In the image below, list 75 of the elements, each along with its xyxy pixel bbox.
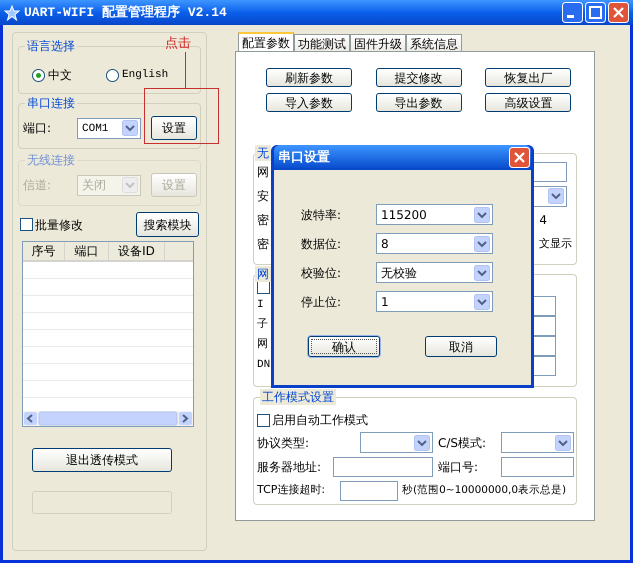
protocol-dropdown[interactable] (360, 432, 433, 453)
field-label: 网 (257, 338, 268, 354)
field-label: DN (257, 358, 270, 374)
field-label: 安 (257, 188, 269, 205)
mode-dropdown[interactable] (501, 432, 574, 453)
button[interactable]: 高级设置 (485, 93, 572, 112)
maximize-icon[interactable] (585, 2, 606, 23)
option-label: 4 (539, 212, 547, 229)
checkbox[interactable] (257, 281, 270, 294)
tab[interactable]: 系统信息 (406, 34, 462, 51)
field-label: 密 (257, 212, 269, 229)
field-label: 协议类型: (257, 434, 310, 452)
field-label: 端口号: (438, 458, 480, 476)
dialog-title: 串口设置 (278, 148, 330, 167)
button[interactable]: 取消 (425, 336, 497, 357)
timeout-field[interactable] (340, 480, 398, 500)
tab[interactable]: 配置参数 (238, 32, 294, 51)
horizontal-scrollbar[interactable] (23, 411, 193, 426)
column-header[interactable]: 端口 (65, 242, 109, 260)
button[interactable]: 退出透传模式 (32, 448, 172, 472)
hint-text: 秒(范围0~10000000,0表示总是) (402, 482, 566, 498)
group-title: 网 (255, 266, 271, 282)
group-title: 语言选择 (25, 38, 77, 54)
star-icon (4, 4, 20, 20)
dropdown[interactable]: 无校验 (376, 262, 493, 283)
column-header[interactable]: 设备ID (109, 242, 165, 260)
radio-option[interactable]: English (106, 66, 168, 84)
button[interactable]: 提交修改 (376, 68, 462, 87)
batch-checkbox[interactable]: 批量修改 (20, 216, 83, 234)
field-label: 停止位: (301, 294, 342, 310)
field-label: 子 (257, 317, 268, 334)
annotation-line (185, 52, 186, 88)
button[interactable]: 导入参数 (266, 93, 352, 112)
button[interactable]: 设置 (151, 116, 197, 140)
button[interactable]: 导出参数 (376, 93, 462, 112)
dropdown[interactable]: 115200 (376, 204, 493, 225)
close-icon[interactable] (509, 147, 530, 168)
field-label: 数据位: (301, 236, 342, 252)
minimize-icon[interactable] (562, 2, 583, 23)
radio-button[interactable] (32, 68, 45, 82)
field-label: C/S模式: (438, 434, 488, 452)
group-title: 工作模式设置 (260, 389, 336, 405)
window-title: UART-WIFI 配置管理程序 V2.14 (24, 4, 227, 22)
group-title: 无 (255, 145, 271, 161)
button[interactable]: 搜索模块 (136, 212, 199, 237)
field-label: 服务器地址: (257, 458, 322, 476)
field-label: TCP连接超时: (257, 482, 326, 498)
field-label: I (257, 298, 264, 314)
radio-option[interactable]: 中文 (32, 66, 72, 84)
checkbox[interactable] (20, 218, 33, 231)
column-header[interactable]: 序号 (23, 242, 65, 260)
button[interactable]: 确认 (308, 336, 380, 357)
group-title: 无线连接 (25, 152, 77, 168)
button[interactable]: 刷新参数 (266, 68, 352, 87)
tab[interactable]: 功能测试 (294, 34, 350, 51)
group-title: 串口连接 (25, 95, 77, 111)
auto-mode-checkbox[interactable]: 启用自动工作模式 (257, 411, 576, 429)
field-label: 密 (257, 236, 269, 253)
port-label: 端口: (23, 120, 52, 137)
channel-label: 信道: (23, 177, 52, 194)
dropdown[interactable]: COM1 (77, 118, 141, 138)
radio-button[interactable] (106, 68, 119, 82)
field-label: 校验位: (301, 264, 342, 282)
tab[interactable]: 固件升级 (350, 34, 406, 51)
button[interactable]: 恢复出厂 (485, 68, 572, 87)
server-address-field[interactable] (333, 456, 433, 476)
dropdown[interactable]: 1 (376, 291, 493, 312)
option-label: 文显示 (539, 236, 572, 252)
checkbox[interactable] (257, 414, 270, 426)
annotation-text: 点击 (165, 35, 191, 53)
dropdown[interactable]: 8 (376, 233, 493, 254)
field-label: 网 (257, 164, 269, 181)
field-label: 波特率: (301, 206, 342, 224)
close-icon[interactable] (608, 2, 629, 23)
port-field[interactable] (501, 456, 574, 476)
